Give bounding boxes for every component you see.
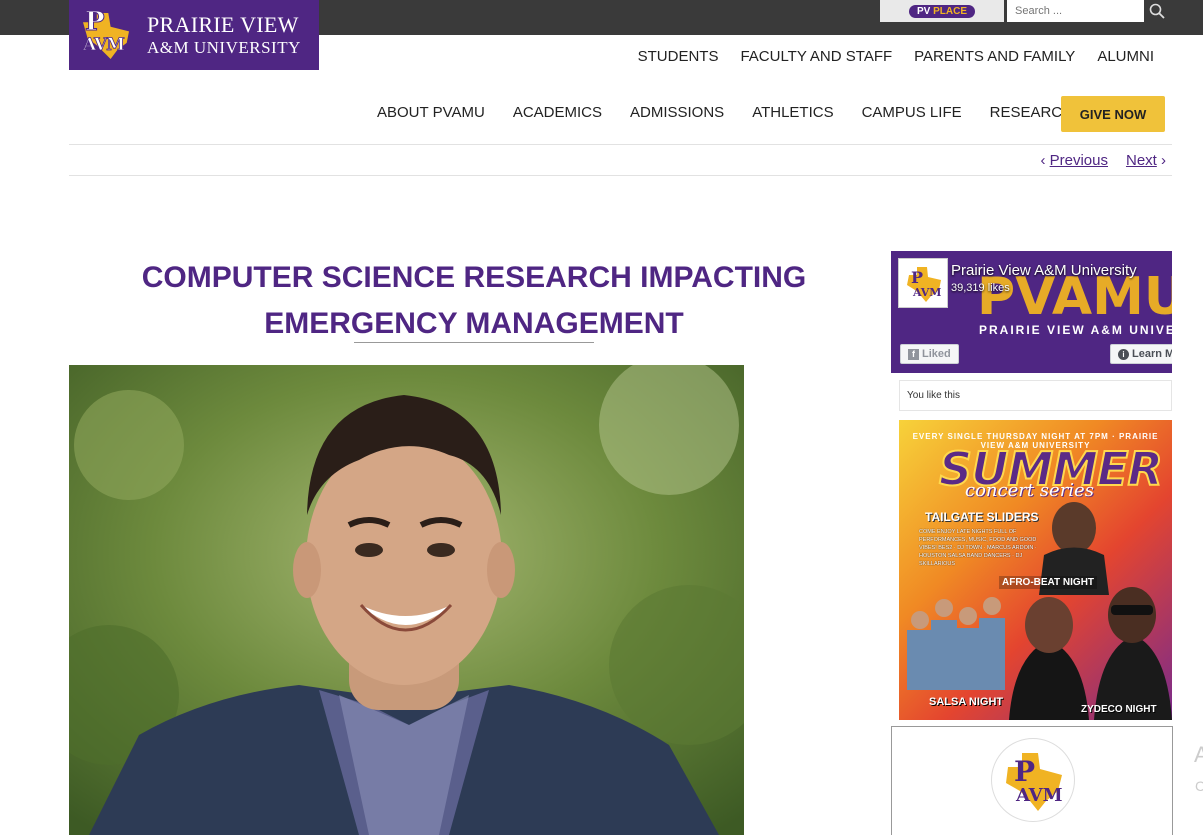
divider-top	[69, 144, 1172, 145]
fb-page-name[interactable]: Prairie View A&M University	[951, 262, 1137, 279]
fb-liked-label: Liked	[922, 348, 951, 360]
portrait-image	[69, 365, 744, 835]
logo-line-2: A&M University	[147, 38, 301, 57]
nav-admissions[interactable]: Admissions	[630, 104, 724, 121]
nav-academics[interactable]: Academics	[513, 104, 602, 121]
poster-salsa: SALSA NIGHT	[929, 696, 1004, 708]
svg-text:P: P	[1014, 755, 1035, 788]
pvamu-logo-card[interactable]: P AVM	[891, 726, 1173, 835]
fb-like-count: 39,319 likes	[951, 282, 1010, 294]
info-icon: i	[1118, 349, 1129, 360]
fb-cover-subtitle: PRAIRIE VIEW A&M UNIVERSITY	[979, 323, 1172, 337]
nav-about[interactable]: About PVAMU	[377, 104, 485, 121]
pv-place-prefix: PV	[916, 5, 931, 17]
fb-learn-label: Learn More	[1132, 348, 1172, 360]
nav-campus-life[interactable]: Campus Life	[862, 104, 962, 121]
title-underline	[354, 342, 594, 343]
give-now-button[interactable]: GIVE NOW	[1061, 96, 1165, 132]
pv-place-badge: PV PLACE	[908, 4, 976, 18]
svg-text:AVM: AVM	[1015, 785, 1063, 806]
nav-athletics[interactable]: Athletics	[752, 104, 833, 121]
search-input[interactable]	[1007, 0, 1144, 22]
main-nav: About PVAMU Academics Admissions Athleti…	[377, 104, 1073, 121]
next-link[interactable]: Next	[1126, 152, 1157, 169]
poster-zydeco: ZYDECO NIGHT	[1081, 704, 1157, 715]
previous-link[interactable]: Previous	[1050, 152, 1108, 169]
poster-performers-image	[907, 502, 1172, 720]
chevron-right-icon: ›	[1161, 152, 1166, 169]
pvamu-logo[interactable]: P AVM Prairie View A&M University	[69, 0, 319, 70]
facebook-page-widget[interactable]: PVAMU PRAIRIE VIEW A&M UNIVERSITY P AVM …	[891, 251, 1172, 373]
nav-students[interactable]: Students	[638, 48, 719, 65]
post-pager: ‹ Previous Next ›	[1040, 152, 1166, 169]
edge-glyph-c: C	[1195, 778, 1203, 794]
pv-place-suffix: PLACE	[933, 5, 968, 17]
nav-parents-family[interactable]: Parents and Family	[914, 48, 1075, 65]
search-button[interactable]	[1144, 0, 1170, 22]
chevron-left-icon: ‹	[1040, 152, 1046, 169]
facebook-icon: f	[908, 349, 919, 360]
fb-liked-button[interactable]: f Liked	[900, 344, 959, 364]
pvamu-avatar-icon: P AVM	[907, 267, 941, 302]
audience-nav: Students Faculty and Staff Parents and F…	[638, 48, 1154, 65]
pvamu-circle-logo: P AVM	[991, 738, 1075, 822]
article-title: COMPUTER SCIENCE RESEARCH IMPACTING EMER…	[141, 261, 807, 340]
divider-bottom	[69, 175, 1172, 176]
article-photo	[69, 365, 744, 835]
fb-learn-more-button[interactable]: iLearn More	[1110, 344, 1172, 364]
fb-you-like-this: You like this	[899, 380, 1172, 411]
pv-place-link[interactable]: PV PLACE	[880, 0, 1004, 22]
pvamu-logo-icon: P AVM	[1006, 753, 1063, 811]
nav-faculty-staff[interactable]: Faculty and Staff	[740, 48, 892, 65]
search-icon	[1149, 3, 1165, 19]
fb-page-avatar[interactable]: P AVM	[898, 258, 948, 308]
svg-text:AVM: AVM	[912, 286, 941, 299]
logo-wordmark: Prairie View A&M University	[147, 12, 301, 57]
nav-alumni[interactable]: Alumni	[1097, 48, 1154, 65]
logo-line-1: Prairie View	[147, 12, 299, 37]
poster-afro-beat: AFRO-BEAT NIGHT	[999, 576, 1098, 589]
svg-text:P: P	[911, 268, 923, 287]
edge-glyph-a: A	[1194, 742, 1203, 767]
pvamu-emblem-icon: P AVM	[79, 5, 137, 65]
summer-concert-poster[interactable]: EVERY SINGLE THURSDAY NIGHT AT 7PM · PRA…	[899, 420, 1172, 720]
